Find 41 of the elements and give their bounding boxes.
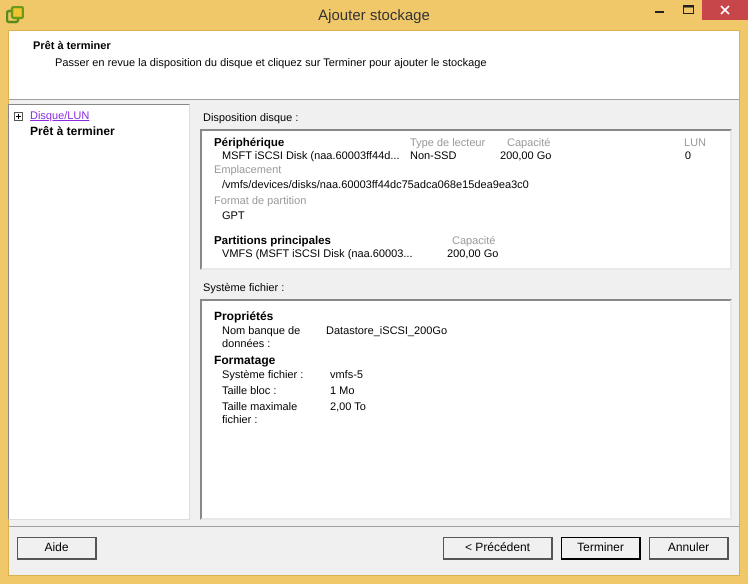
table-cell-text: 0 [684, 150, 692, 163]
close-icon [720, 5, 730, 15]
page-subtitle: Passer en revue la disposition du disque et cliquez sur Terminer pour ajouter le stockage [55, 57, 488, 70]
field-label: Taille bloc : [221, 385, 278, 398]
window-title: Ajouter stockage [318, 6, 430, 24]
current-step: Prêt à terminer [14, 125, 115, 138]
expand-icon[interactable] [14, 112, 23, 121]
field-label: Nom banque de données : [221, 325, 302, 351]
field-value: GPT [221, 210, 246, 223]
wizard-button[interactable]: < Précédent [443, 536, 553, 560]
field-value: 2,00 To [329, 401, 366, 415]
close-button[interactable] [702, 0, 748, 20]
column-header: Périphérique [214, 137, 286, 150]
wizard-button[interactable]: Annuler [649, 536, 729, 560]
column-header: Capacité [452, 235, 496, 248]
group-heading: Formatage [214, 354, 276, 367]
field-label: Format de partition [214, 195, 308, 208]
finish-button[interactable]: Terminer [561, 536, 641, 560]
app-icon [6, 6, 24, 24]
table-cell-text: 200,00 Go [500, 150, 552, 163]
column-header: Capacité [506, 137, 552, 150]
step-link[interactable]: Disque/LUN [30, 110, 90, 123]
field-value: vmfs-5 [329, 369, 363, 382]
field-label: Système fichier : [221, 369, 304, 382]
section-label: Disposition disque : [202, 111, 300, 126]
field-value: Datastore_iSCSI_200Go [325, 325, 448, 339]
column-header: LUN [682, 137, 707, 150]
page-title: Prêt à terminer [33, 40, 112, 53]
maximize-icon [682, 5, 694, 15]
table-cell-text: 200,00 Go [447, 248, 500, 261]
field-value: /vmfs/devices/disks/naa.60003ff44dc75adca068e15dea9ea3c0 [221, 179, 530, 192]
table-cell-text: MSFT iSCSI Disk (naa.60003ff44d... [221, 150, 401, 163]
help-button[interactable]: Aide [17, 536, 97, 560]
column-header: Type de lecteur [410, 137, 486, 150]
field-label: Taille maximale fichier : [221, 401, 298, 427]
column-header: Partitions principales [214, 235, 332, 248]
field-label: Emplacement [214, 164, 282, 177]
group-heading: Propriétés [214, 310, 274, 323]
field-value: 1 Mo [329, 385, 354, 398]
section-label: Système fichier : [202, 281, 286, 296]
table-cell-text: Non-SSD [410, 150, 458, 163]
